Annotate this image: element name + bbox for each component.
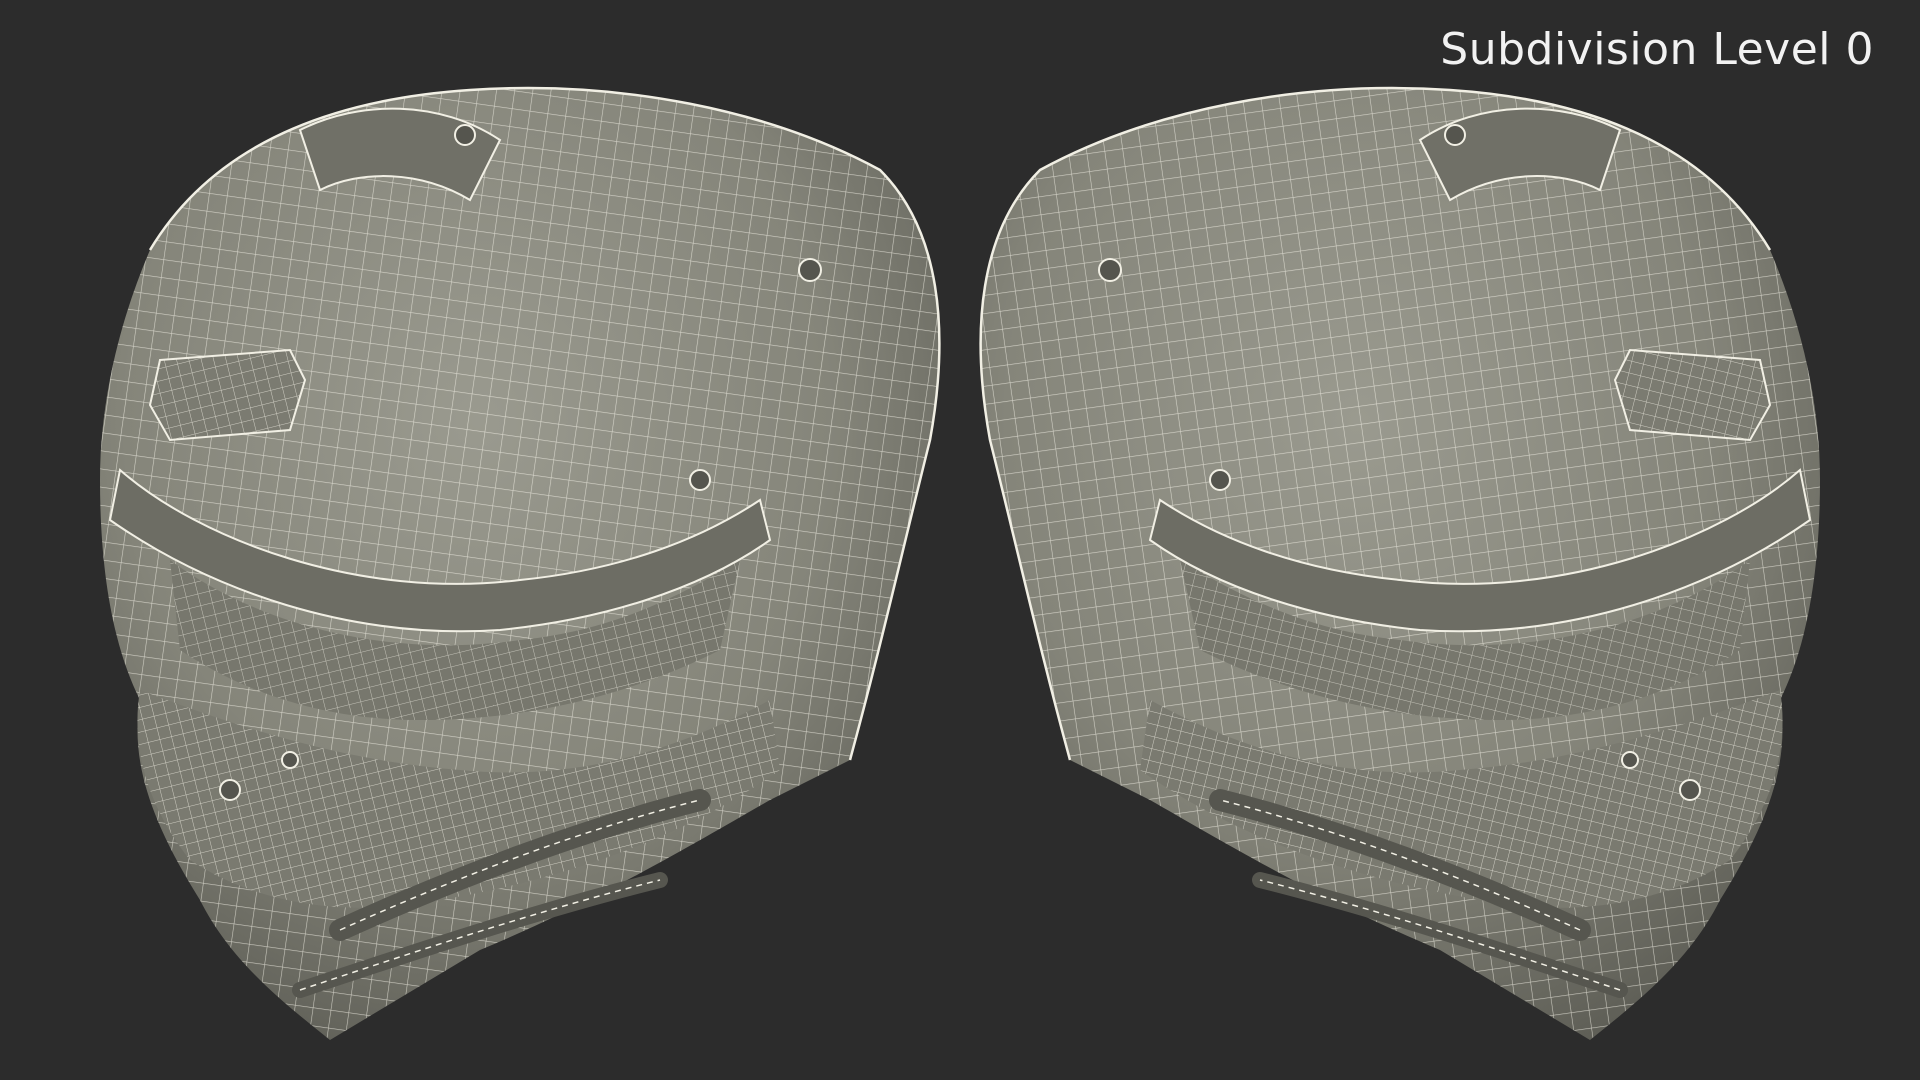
- subdivision-level-label: Subdivision Level 0: [1440, 24, 1874, 75]
- helmet-left: [100, 86, 941, 1041]
- render-viewport: Subdivision Level 0: [0, 0, 1920, 1080]
- helmet-right: [979, 86, 1820, 1041]
- wireframe-render-scene: [100, 86, 1820, 1041]
